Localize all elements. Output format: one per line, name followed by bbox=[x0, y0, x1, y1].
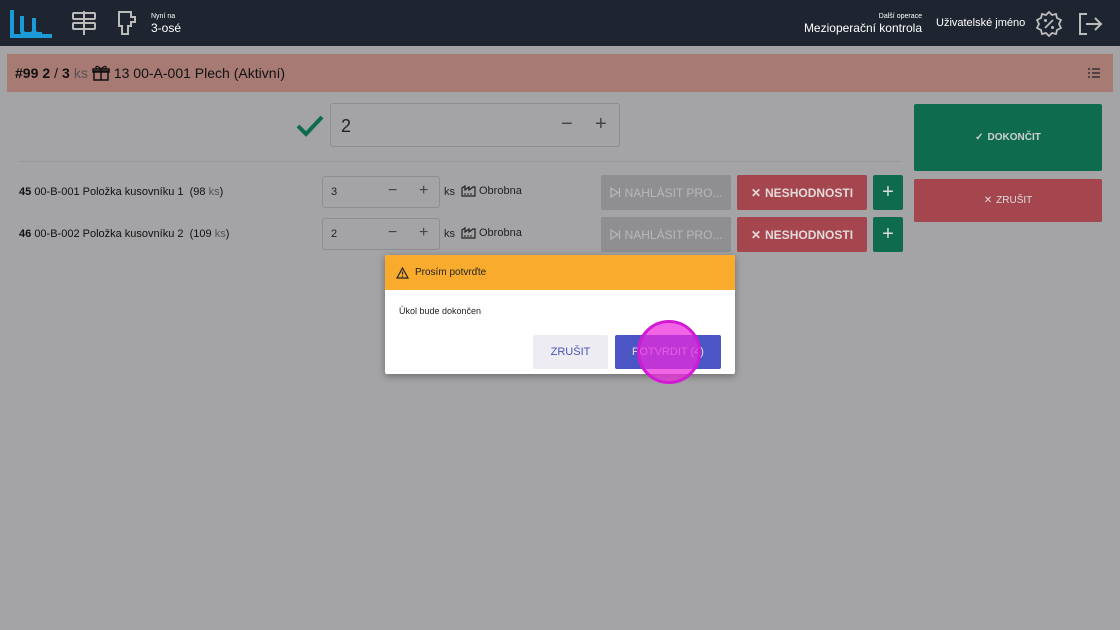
percent-badge-icon[interactable] bbox=[1035, 10, 1063, 38]
checklist-icon[interactable] bbox=[1087, 66, 1101, 80]
factory-icon bbox=[461, 227, 476, 239]
item-quantity-stepper[interactable]: 3 − + bbox=[322, 176, 440, 208]
close-icon: ✕ bbox=[750, 227, 762, 242]
close-icon: ✕ bbox=[983, 195, 993, 206]
current-workplace: Nyní na 3-osé bbox=[151, 13, 181, 35]
cancel-label: ZRUŠIT bbox=[996, 195, 1033, 206]
dialog-title: Prosím potvrďte bbox=[415, 267, 487, 278]
nonconformity-button[interactable]: ✕ NESHODNOSTI bbox=[737, 217, 867, 252]
logout-icon[interactable] bbox=[1076, 10, 1104, 38]
main-quantity-value[interactable]: 2 bbox=[341, 116, 351, 137]
machine-icon[interactable] bbox=[111, 9, 139, 37]
finish-label: DOKONČIT bbox=[987, 132, 1041, 143]
item-position: 45 bbox=[19, 186, 32, 198]
count-done: 2 bbox=[42, 65, 51, 81]
check-icon bbox=[296, 115, 324, 137]
nonconformity-label: NESHODNOSTI bbox=[765, 227, 854, 242]
item-stock-close: ) bbox=[225, 228, 230, 240]
skip-icon bbox=[609, 229, 620, 240]
item-code-name: 00-B-002 Položka kusovníku 2 bbox=[34, 228, 184, 240]
count-separator: / bbox=[54, 65, 59, 81]
warning-icon bbox=[396, 266, 409, 279]
item-stock-close: ) bbox=[219, 186, 224, 198]
item-workplace: Obrobna bbox=[461, 227, 522, 239]
task-header: #99 2 / 3 ks 13 00-A-001 Plech (Aktivní) bbox=[7, 54, 1113, 92]
nonconformity-label: NESHODNOSTI bbox=[765, 185, 854, 200]
close-icon: ✕ bbox=[750, 185, 762, 200]
item-workplace-name: Obrobna bbox=[479, 185, 522, 197]
confirm-dialog: Prosím potvrďte Úkol bude dokončen ZRUŠI… bbox=[385, 255, 735, 374]
item-stock: (98 bbox=[189, 186, 206, 198]
brand-logo[interactable] bbox=[8, 8, 56, 40]
item-unit: ks bbox=[444, 186, 455, 198]
add-button[interactable]: + bbox=[873, 217, 903, 252]
item-unit: ks bbox=[444, 228, 455, 240]
item-quantity-minus-button[interactable]: − bbox=[388, 224, 397, 242]
item-quantity-minus-button[interactable]: − bbox=[388, 182, 397, 200]
dialog-cancel-button[interactable]: ZRUŠIT bbox=[533, 335, 608, 369]
nonconformity-button[interactable]: ✕ NESHODNOSTI bbox=[737, 175, 867, 210]
item-label: 46 00-B-002 Položka kusovníku 2 (109 ks) bbox=[19, 228, 229, 240]
package-icon bbox=[92, 65, 110, 81]
main-quantity-stepper[interactable]: 2 − + bbox=[330, 103, 620, 147]
product-name: 13 00-A-001 Plech (Aktivní) bbox=[113, 65, 286, 81]
signpost-icon[interactable] bbox=[70, 9, 98, 37]
item-code-name: 00-B-001 Položka kusovníku 1 bbox=[34, 186, 184, 198]
item-quantity-plus-button[interactable]: + bbox=[419, 224, 428, 242]
report-production-label: NAHLÁSIT PRO... bbox=[624, 185, 723, 200]
main-quantity-minus-button[interactable]: − bbox=[561, 113, 573, 136]
next-operation: Další operace Mezioperační kontrola bbox=[804, 13, 922, 35]
count-unit: ks bbox=[73, 65, 88, 81]
order-number: #99 bbox=[15, 65, 39, 81]
next-label: Další operace bbox=[878, 13, 922, 20]
task-title: #99 2 / 3 ks 13 00-A-001 Plech (Aktivní) bbox=[15, 65, 285, 81]
item-quantity-stepper[interactable]: 2 − + bbox=[322, 218, 440, 250]
item-stock: (109 bbox=[189, 228, 212, 240]
item-stock-unit: ks bbox=[214, 228, 226, 240]
cancel-button[interactable]: ✕ ZRUŠIT bbox=[914, 179, 1102, 222]
item-quantity-value[interactable]: 3 bbox=[331, 186, 337, 198]
dialog-confirm-button[interactable]: POTVRDIT (4) bbox=[615, 335, 721, 369]
factory-icon bbox=[461, 185, 476, 197]
next-value: Mezioperační kontrola bbox=[803, 21, 922, 35]
item-quantity-value[interactable]: 2 bbox=[331, 228, 337, 240]
item-position: 46 bbox=[19, 228, 32, 240]
now-value: 3-osé bbox=[151, 21, 182, 35]
item-quantity-plus-button[interactable]: + bbox=[419, 182, 428, 200]
skip-icon bbox=[609, 187, 620, 198]
add-button[interactable]: + bbox=[873, 175, 903, 210]
report-production-button[interactable]: NAHLÁSIT PRO... bbox=[601, 217, 731, 252]
divider bbox=[18, 161, 902, 162]
finish-button[interactable]: ✓ DOKONČIT bbox=[914, 104, 1102, 171]
count-total: 3 bbox=[62, 65, 70, 81]
dialog-header: Prosím potvrďte bbox=[385, 255, 735, 290]
item-label: 45 00-B-001 Položka kusovníku 1 (98 ks) bbox=[19, 186, 223, 198]
username[interactable]: Uživatelské jméno bbox=[936, 17, 1025, 29]
main-quantity-plus-button[interactable]: + bbox=[595, 113, 607, 136]
top-bar: Nyní na 3-osé Další operace Mezioperační… bbox=[0, 0, 1120, 46]
now-label: Nyní na bbox=[151, 13, 176, 20]
report-production-button[interactable]: NAHLÁSIT PRO... bbox=[601, 175, 731, 210]
report-production-label: NAHLÁSIT PRO... bbox=[624, 227, 723, 242]
item-workplace: Obrobna bbox=[461, 185, 522, 197]
dialog-message: Úkol bude dokončen bbox=[399, 306, 482, 316]
item-stock-unit: ks bbox=[208, 186, 220, 198]
check-icon: ✓ bbox=[975, 132, 984, 143]
item-workplace-name: Obrobna bbox=[479, 227, 522, 239]
